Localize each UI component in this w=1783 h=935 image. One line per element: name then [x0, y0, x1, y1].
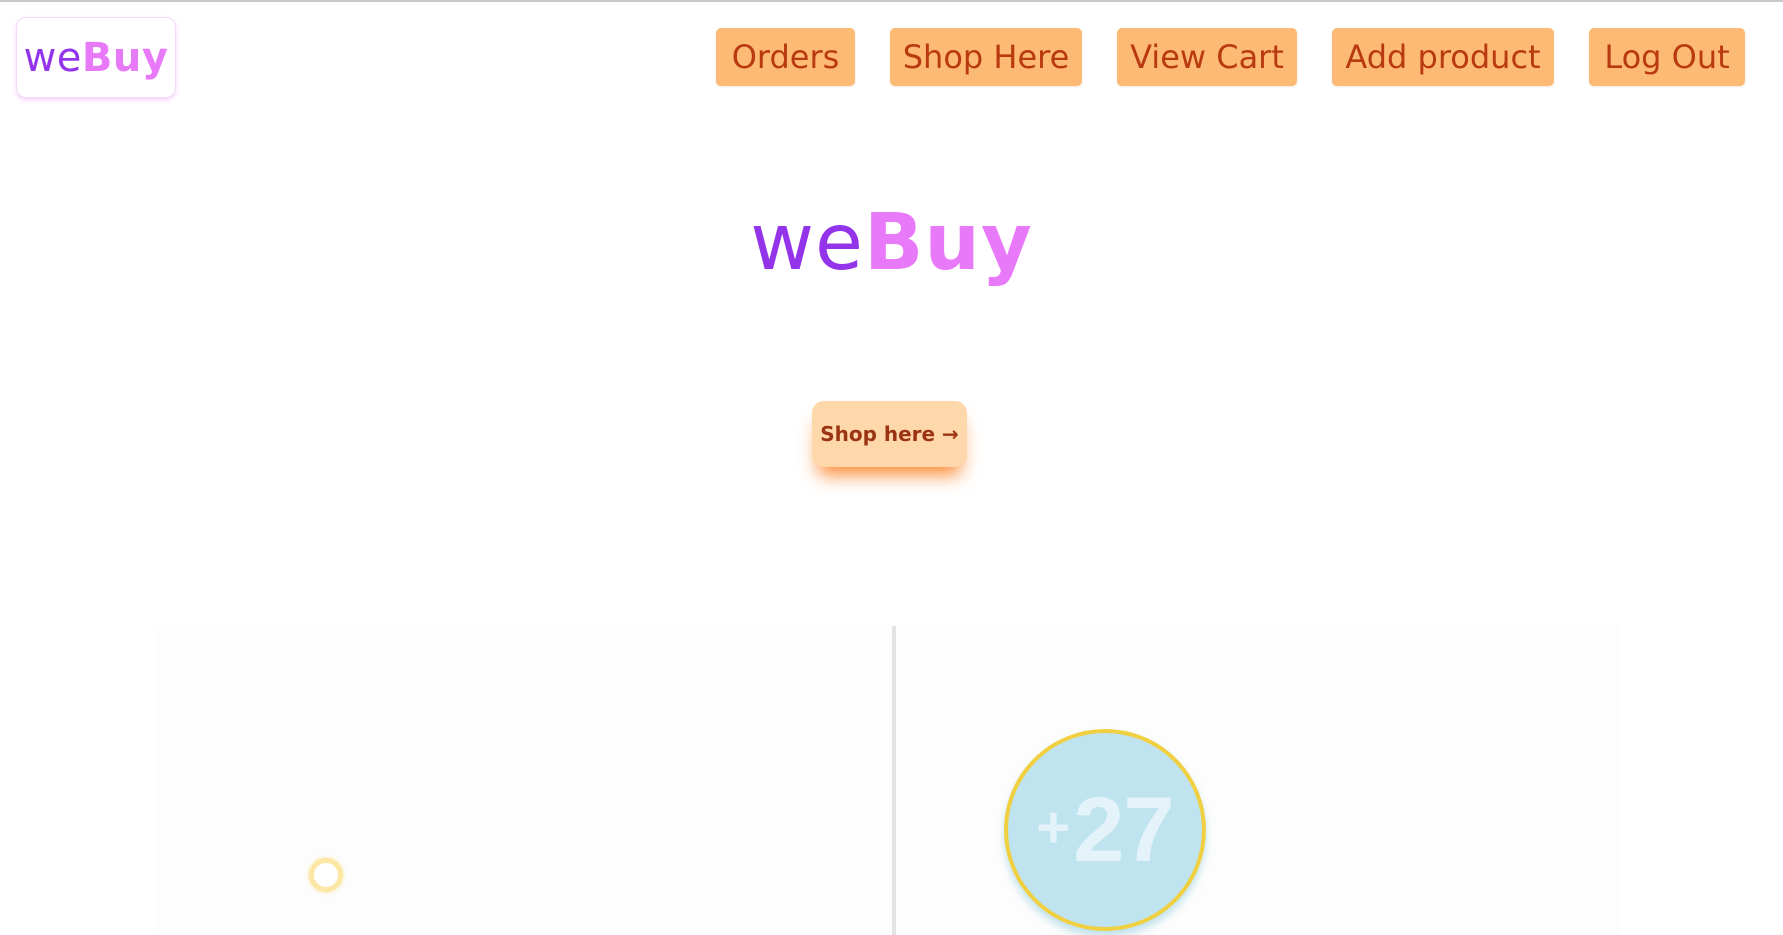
count-badge: +27 [1004, 729, 1206, 931]
hero-title-we: we [750, 198, 864, 288]
logo-text-buy: Buy [81, 34, 169, 81]
header-logo[interactable]: we Buy [16, 17, 176, 98]
hero-title-buy: Buy [863, 198, 1033, 288]
left-feature-panel [158, 625, 893, 935]
log-out-button[interactable]: Log Out [1589, 28, 1745, 86]
panel-divider [892, 626, 896, 935]
hero-title: weBuy [0, 198, 1783, 288]
badge-count: 27 [1073, 778, 1174, 881]
logo-text-we: we [23, 34, 82, 81]
orders-button[interactable]: Orders [716, 28, 855, 86]
shop-here-cta-button[interactable]: Shop here → [812, 401, 967, 467]
shop-here-button[interactable]: Shop Here [890, 28, 1082, 86]
badge-plus-sign: + [1036, 794, 1070, 860]
view-cart-button[interactable]: View Cart [1117, 28, 1297, 86]
ring-decoration [309, 858, 343, 892]
top-border-line [0, 0, 1783, 2]
right-feature-panel [897, 625, 1619, 935]
add-product-button[interactable]: Add product [1332, 28, 1554, 86]
